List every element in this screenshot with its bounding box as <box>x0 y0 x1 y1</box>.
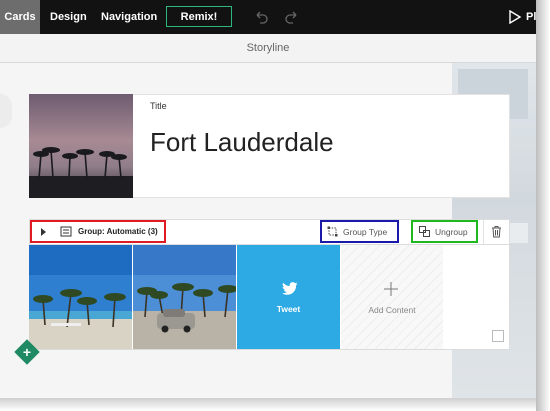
tweet-label: Tweet <box>276 304 301 314</box>
title-field-label: Title <box>150 101 167 111</box>
redo-icon[interactable] <box>284 9 300 25</box>
add-content-label[interactable]: Add Content <box>341 305 443 315</box>
title-text[interactable]: Fort Lauderdale <box>150 127 334 158</box>
tab-design[interactable]: Design <box>50 0 87 34</box>
group-photo-2[interactable] <box>133 245 236 349</box>
title-card-image[interactable] <box>29 94 133 198</box>
remix-button[interactable]: Remix! <box>166 6 232 27</box>
screenshot-shadow-bottom <box>0 398 536 411</box>
tab-navigation[interactable]: Navigation <box>101 0 157 34</box>
tweet-card[interactable] <box>237 245 340 349</box>
twitter-bird-icon <box>282 282 298 295</box>
screenshot-shadow-edge <box>536 0 550 411</box>
undo-icon[interactable] <box>253 9 269 25</box>
plus-icon[interactable] <box>384 282 398 296</box>
storyline-header: Storyline <box>0 34 536 63</box>
storyline-title: Storyline <box>246 42 290 54</box>
group-photo-1[interactable] <box>29 245 132 349</box>
toolbar-divider <box>483 220 484 244</box>
play-label[interactable]: Pla <box>526 0 536 34</box>
annotation-box-green <box>411 220 478 243</box>
add-card-plus-icon[interactable]: + <box>20 345 34 359</box>
left-edge-tab <box>0 94 12 128</box>
annotation-box-blue <box>320 220 399 243</box>
add-content-card[interactable] <box>341 245 443 349</box>
annotation-box-red <box>30 220 166 243</box>
tab-cards[interactable]: Cards <box>0 0 40 34</box>
trash-icon[interactable] <box>491 225 502 238</box>
select-checkbox[interactable] <box>492 330 504 342</box>
play-icon[interactable] <box>508 10 522 24</box>
